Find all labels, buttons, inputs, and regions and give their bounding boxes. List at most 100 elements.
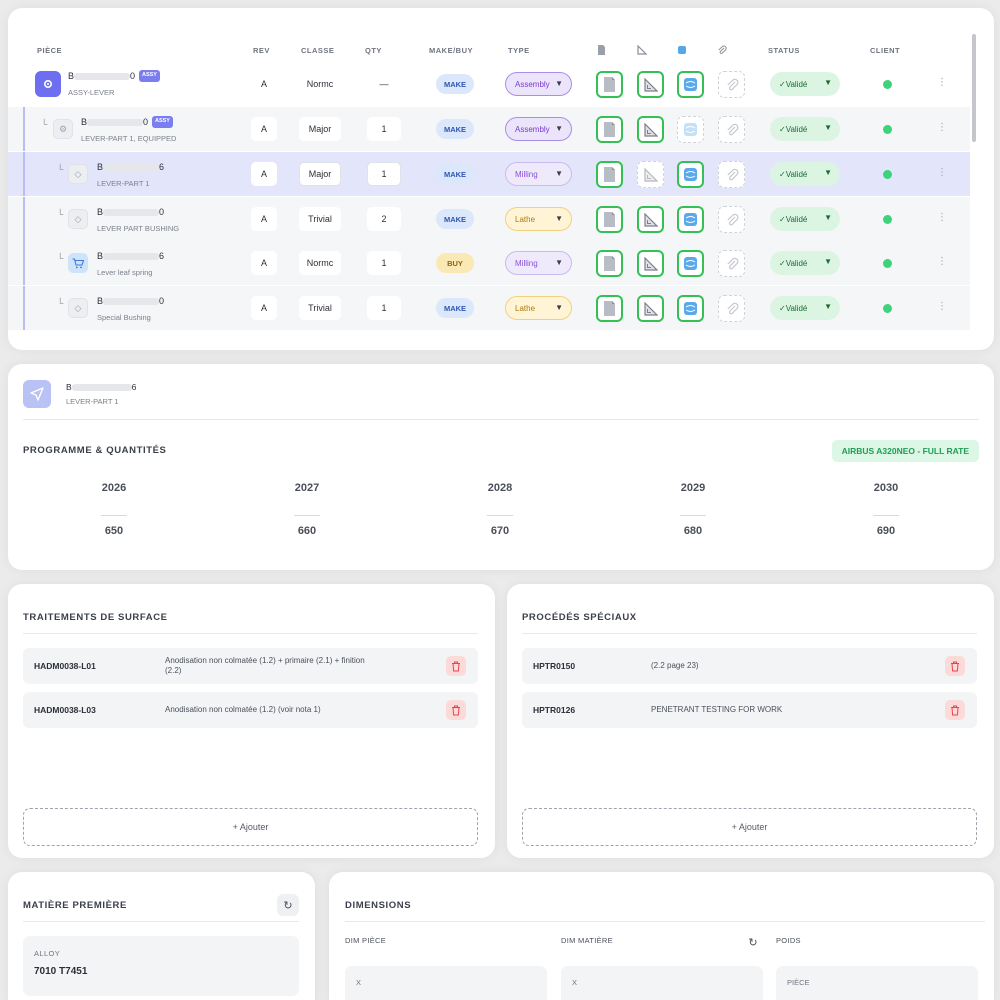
document-button[interactable] <box>596 116 623 143</box>
attachment-button[interactable] <box>718 250 745 277</box>
drawing-button[interactable] <box>637 206 664 233</box>
type-select[interactable]: Milling ▼ <box>505 251 572 275</box>
make-buy-pill[interactable]: MAKE <box>436 298 474 318</box>
rev-field[interactable]: A <box>251 251 277 275</box>
row-menu-icon[interactable]: ⋮ <box>937 213 947 223</box>
surface-treatment-item[interactable]: HADM0038-L03 Anodisation non colmatée (1.… <box>23 692 478 728</box>
classe-field[interactable]: Major <box>299 162 341 186</box>
table-scrollbar[interactable] <box>972 34 976 142</box>
row-menu-icon[interactable]: ⋮ <box>937 78 947 88</box>
table-row[interactable]: └ ◇ B 0 LEVER PART BUSHING A Trivial 2 MAKE Lathe… <box>8 197 970 241</box>
make-buy-pill[interactable]: MAKE <box>436 209 474 229</box>
rev-field[interactable]: A <box>251 296 277 320</box>
drawing-button[interactable] <box>637 116 664 143</box>
row-menu-icon[interactable]: ⋮ <box>937 168 947 178</box>
classe-field[interactable]: Trivial <box>299 296 341 320</box>
row-menu-icon[interactable]: ⋮ <box>937 123 947 133</box>
attachment-button[interactable] <box>718 71 745 98</box>
table-row[interactable]: └ ◇ B 6 LEVER-PART 1 A Major 1 MAKE Milling ▼ ✓Vali… <box>8 152 970 196</box>
type-select[interactable]: Lathe ▼ <box>505 207 572 231</box>
part-reference[interactable]: B0 <box>97 296 164 306</box>
delete-button[interactable] <box>945 656 965 676</box>
programme-quantity[interactable]: 670 <box>470 525 530 537</box>
programme-quantity[interactable]: 650 <box>84 525 144 537</box>
table-row[interactable]: └ B 6 Lever leaf spring A Normc 1 BUY Milling ▼ ✓V… <box>8 241 970 285</box>
delete-button[interactable] <box>446 656 466 676</box>
attachment-button[interactable] <box>718 295 745 322</box>
programme-quantity[interactable]: 660 <box>277 525 337 537</box>
dim-matiere-x-field[interactable]: X <box>561 966 763 1000</box>
3d-model-button[interactable] <box>677 295 704 322</box>
qty-field[interactable]: 1 <box>367 251 401 275</box>
3d-model-button[interactable] <box>677 206 704 233</box>
3d-model-button[interactable] <box>677 71 704 98</box>
type-select[interactable]: Assembly ▼ <box>505 72 572 96</box>
rev-field[interactable]: A <box>251 117 277 141</box>
add-surface-treatment-button[interactable]: + Ajouter <box>23 808 478 846</box>
attachment-button[interactable] <box>718 206 745 233</box>
dimensions-refresh-button[interactable]: ↻ <box>743 932 763 952</box>
document-button[interactable] <box>596 161 623 188</box>
3d-model-button[interactable] <box>677 161 704 188</box>
dim-piece-x-field[interactable]: X <box>345 966 547 1000</box>
poids-piece-field[interactable]: PIÈCE <box>776 966 978 1000</box>
classe-field[interactable]: Major <box>299 117 341 141</box>
col-client[interactable]: CLIENT <box>870 46 900 55</box>
rev-field[interactable]: A <box>251 162 277 186</box>
col-rev[interactable]: REV <box>253 46 270 55</box>
table-row[interactable]: B 0 ASSY ASSY-LEVER A Normc — MAKE Assembly ▼ ✓Val… <box>8 62 970 106</box>
status-select[interactable]: ✓Validé ▼ <box>770 162 840 186</box>
make-buy-pill[interactable]: BUY <box>436 253 474 273</box>
surface-treatment-item[interactable]: HADM0038-L01 Anodisation non colmatée (1.… <box>23 648 478 684</box>
status-select[interactable]: ✓Validé ▼ <box>770 296 840 320</box>
part-reference[interactable]: B0 <box>97 207 164 217</box>
col-type[interactable]: TYPE <box>508 46 530 55</box>
delete-button[interactable] <box>945 700 965 720</box>
rev-field[interactable]: A <box>251 207 277 231</box>
col-make-buy[interactable]: MAKE/BUY <box>429 46 473 55</box>
document-button[interactable] <box>596 206 623 233</box>
type-select[interactable]: Milling ▼ <box>505 162 572 186</box>
delete-button[interactable] <box>446 700 466 720</box>
type-select[interactable]: Assembly ▼ <box>505 117 572 141</box>
3d-model-button[interactable] <box>677 250 704 277</box>
programme-quantity[interactable]: 690 <box>856 525 916 537</box>
status-select[interactable]: ✓Validé ▼ <box>770 117 840 141</box>
3d-model-button[interactable] <box>677 116 704 143</box>
make-buy-pill[interactable]: MAKE <box>436 119 474 139</box>
material-refresh-button[interactable]: ↻ <box>277 894 299 916</box>
make-buy-pill[interactable]: MAKE <box>436 74 474 94</box>
type-select[interactable]: Lathe ▼ <box>505 296 572 320</box>
qty-field[interactable]: 1 <box>367 162 401 186</box>
col-qty[interactable]: QTY <box>365 46 382 55</box>
classe-field[interactable]: Trivial <box>299 207 341 231</box>
table-row[interactable]: └ ⚙ B 0 ASSY LEVER-PART 1, EQUIPPED A Major 1 MAK… <box>8 107 970 151</box>
document-button[interactable] <box>596 250 623 277</box>
attachment-button[interactable] <box>718 116 745 143</box>
part-reference[interactable]: B0 <box>68 71 135 81</box>
qty-field[interactable]: — <box>367 72 401 96</box>
rev-field[interactable]: A <box>251 72 277 96</box>
drawing-button[interactable] <box>637 295 664 322</box>
alloy-field[interactable]: ALLOY 7010 T7451 <box>23 936 299 996</box>
row-menu-icon[interactable]: ⋮ <box>937 302 947 312</box>
add-special-process-button[interactable]: + Ajouter <box>522 808 977 846</box>
drawing-button[interactable] <box>637 250 664 277</box>
classe-field[interactable]: Normc <box>299 72 341 96</box>
part-reference[interactable]: B6 <box>97 162 164 172</box>
classe-field[interactable]: Normc <box>299 251 341 275</box>
col-classe[interactable]: CLASSE <box>301 46 334 55</box>
qty-field[interactable]: 1 <box>367 296 401 320</box>
programme-quantity[interactable]: 680 <box>663 525 723 537</box>
table-row[interactable]: └ ◇ B 0 Special Bushing A Trivial 1 MAKE Lathe ▼ ✓V… <box>8 286 970 330</box>
status-select[interactable]: ✓Validé ▼ <box>770 251 840 275</box>
special-process-item[interactable]: HPTR0150 (2.2 page 23) <box>522 648 977 684</box>
document-button[interactable] <box>596 71 623 98</box>
part-reference[interactable]: B6 <box>97 251 164 261</box>
row-menu-icon[interactable]: ⋮ <box>937 257 947 267</box>
qty-field[interactable]: 2 <box>367 207 401 231</box>
qty-field[interactable]: 1 <box>367 117 401 141</box>
document-button[interactable] <box>596 295 623 322</box>
col-piece[interactable]: PIÈCE <box>37 46 62 55</box>
status-select[interactable]: ✓Validé ▼ <box>770 72 840 96</box>
